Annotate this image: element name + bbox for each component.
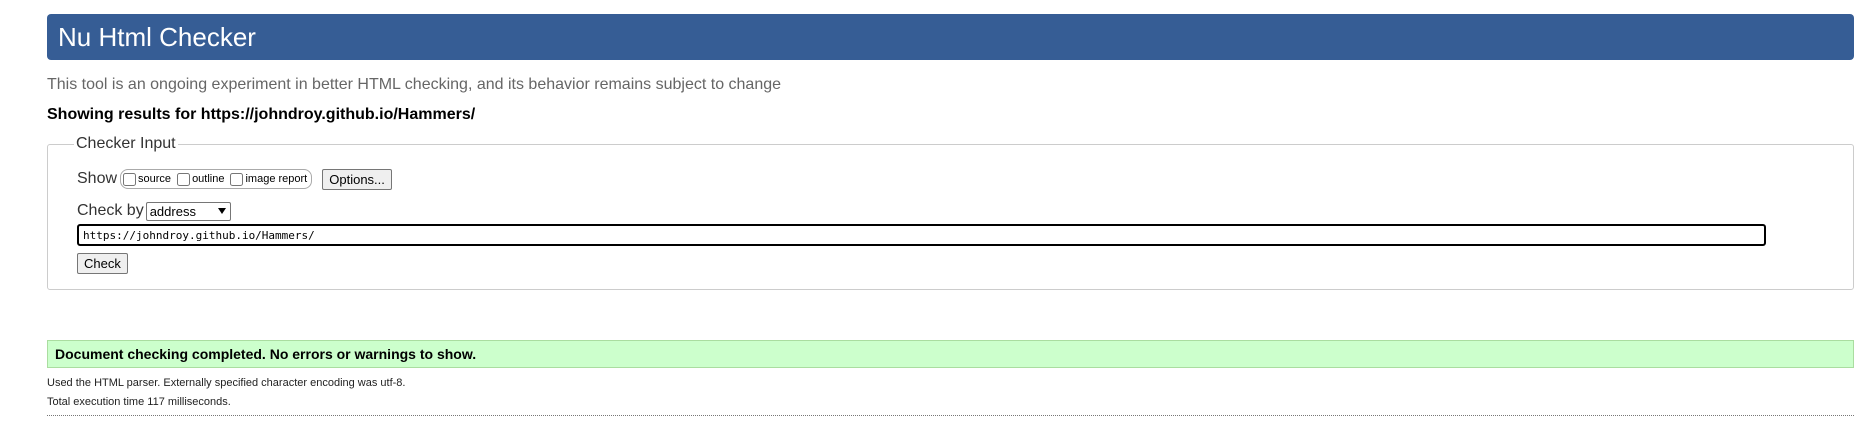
options-button[interactable]: Options... — [322, 168, 392, 190]
show-outline-option[interactable]: outline — [177, 172, 225, 186]
show-image-report-option[interactable]: image report — [230, 172, 308, 186]
success-message: Document checking completed. No errors o… — [47, 340, 1854, 368]
check-by-select[interactable]: address — [145, 201, 231, 221]
show-outline-label: outline — [192, 173, 225, 185]
show-label: Show — [77, 170, 118, 187]
page: Nu Html Checker This tool is an ongoing … — [47, 14, 1854, 416]
show-image-report-label: image report — [245, 173, 308, 185]
show-options-group: source outline image report — [120, 169, 313, 189]
experiment-notice: This tool is an ongoing experiment in be… — [47, 76, 782, 93]
show-source-option[interactable]: source — [123, 172, 172, 186]
result-details: Used the HTML parser. Externally specifi… — [47, 374, 1854, 412]
show-outline-checkbox[interactable] — [177, 172, 191, 186]
checker-input-fieldset: Checker Input Show source outline image … — [47, 135, 1854, 290]
check-by-selected-value: address — [149, 203, 196, 219]
check-row: Check — [77, 253, 1824, 274]
title-bar: Nu Html Checker — [47, 14, 1854, 60]
divider — [47, 415, 1854, 416]
results-for-heading: Showing results for https://johndroy.git… — [47, 106, 476, 123]
show-source-checkbox[interactable] — [123, 172, 137, 186]
checker-input-legend: Checker Input — [76, 135, 176, 152]
chevron-down-icon — [217, 208, 226, 214]
show-source-label: source — [138, 173, 172, 185]
check-button[interactable]: Check — [77, 253, 128, 274]
url-input[interactable] — [77, 224, 1766, 246]
check-by-row: Check by address — [77, 201, 1824, 221]
check-by-label: Check by — [77, 202, 144, 219]
show-row: Show source outline image report Options… — [77, 167, 1824, 191]
page-title: Nu Html Checker — [58, 22, 256, 52]
show-image-report-checkbox[interactable] — [230, 172, 244, 186]
parser-info: Used the HTML parser. Externally specifi… — [47, 377, 406, 389]
execution-time: Total execution time 117 milliseconds. — [47, 396, 231, 408]
